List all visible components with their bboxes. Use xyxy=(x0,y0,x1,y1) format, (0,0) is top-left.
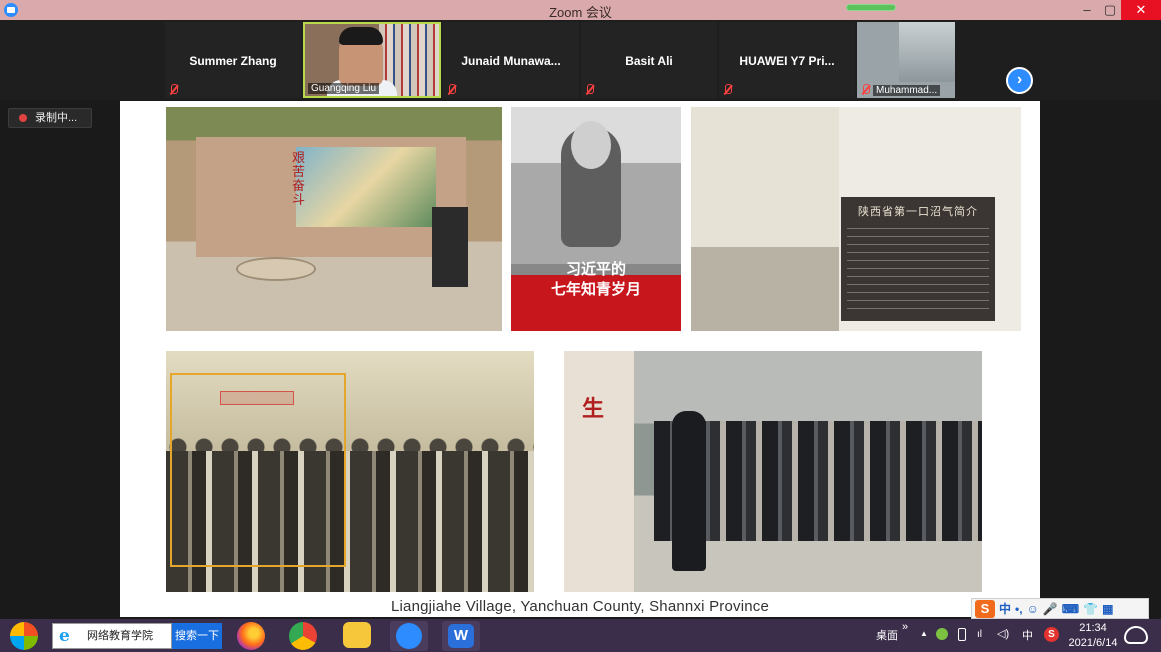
shared-screen-slide: 艰苦奋斗 习近平的 七年知青岁月 陕西省第一口沼气简介 生 Liangjiahe… xyxy=(120,101,1040,617)
gate-pillar xyxy=(564,351,634,592)
wall-mural xyxy=(296,147,436,227)
video-feed xyxy=(899,22,955,82)
participant-name: Basit Ali xyxy=(625,54,673,68)
participant-name: Guangqing Liu xyxy=(308,83,380,94)
participant-tile-basit-ali[interactable]: Basit Ali xyxy=(581,22,717,98)
clock-time: 21:34 xyxy=(1079,622,1107,634)
mic-muted-icon xyxy=(169,84,178,95)
book-title-line1: 习近平的 xyxy=(565,260,626,278)
participant-tile-junaid[interactable]: Junaid Munawa... xyxy=(443,22,579,98)
ie-logo-icon: e xyxy=(59,626,70,646)
book-title-line2: 七年知青岁月 xyxy=(550,280,641,298)
network-icon[interactable]: ıl xyxy=(977,629,982,640)
device-icon[interactable] xyxy=(958,628,966,641)
window-title: Zoom 会议 xyxy=(549,5,612,20)
network-status-indicator xyxy=(846,4,896,11)
participant-strip: Summer Zhang Guangqing Liu Junaid Munawa… xyxy=(0,20,1161,100)
participant-tile-guangqing-liu[interactable]: Guangqing Liu xyxy=(303,22,441,98)
punctuation-icon[interactable]: •, xyxy=(1015,602,1023,616)
keyboard-icon[interactable]: ⌨ xyxy=(1062,602,1079,616)
skin-icon[interactable]: 👕 xyxy=(1083,602,1098,616)
participant-name: Muhammad... xyxy=(873,85,941,96)
photo-village-courtyard: 艰苦奋斗 xyxy=(166,107,502,331)
start-button-icon[interactable] xyxy=(10,622,38,650)
participant-tile-huawei[interactable]: HUAWEI Y7 Pri... xyxy=(719,22,855,98)
volume-icon[interactable]: ◁) xyxy=(997,627,1009,640)
highlight-tag xyxy=(220,391,294,405)
tray-overflow-icon[interactable]: ▲ xyxy=(920,629,928,638)
next-participants-button[interactable]: › xyxy=(1006,67,1033,94)
plaque-inscription xyxy=(847,221,989,313)
zoom-meeting-window: Zoom 会议 – ▢ ✕ Summer Zhang Guangqing Liu… xyxy=(0,0,1161,652)
record-dot-icon xyxy=(19,114,27,122)
input-method-indicator[interactable]: 中 xyxy=(1022,627,1033,643)
mic-muted-icon xyxy=(861,84,870,95)
browser-label: 网络教育学院 xyxy=(87,630,153,642)
stone-stele xyxy=(432,207,468,287)
zoom-taskbar-icon[interactable] xyxy=(390,621,428,651)
windows-taskbar: e 网络教育学院 搜索一下 桌面 » ▲ ıl ◁) 中 S 21:34 202… xyxy=(0,619,1161,652)
photo-village-visit: 生 xyxy=(564,351,982,592)
restore-button[interactable]: ▢ xyxy=(1097,0,1123,20)
photo-historic-group xyxy=(166,351,534,592)
photo-book-cover: 习近平的 七年知青岁月 xyxy=(511,107,681,331)
voice-input-icon[interactable]: 🎤 xyxy=(1043,602,1058,616)
clock-date: 2021/6/14 xyxy=(1068,637,1118,649)
chrome-icon[interactable] xyxy=(289,622,317,650)
mic-muted-icon xyxy=(447,84,456,95)
participant-name: HUAWEI Y7 Pri... xyxy=(739,54,835,68)
wps-taskbar-icon[interactable] xyxy=(442,621,480,651)
millstone xyxy=(236,257,316,281)
plaque-title: 陕西省第一口沼气简介 xyxy=(858,206,978,218)
ime-mode-toggle[interactable]: 中 xyxy=(999,600,1011,617)
system-clock[interactable]: 21:34 2021/6/14 xyxy=(1068,621,1118,651)
participant-tile-summer-zhang[interactable]: Summer Zhang xyxy=(165,22,301,98)
participant-tile-muhammad[interactable]: Muhammad... xyxy=(857,22,955,98)
mural-slogan: 艰苦奋斗 xyxy=(292,150,306,207)
walking-figure xyxy=(672,411,706,571)
white-wall xyxy=(691,107,841,247)
portrait-face xyxy=(571,121,611,169)
pikachu-app-icon[interactable] xyxy=(343,622,371,648)
sogou-tray-icon[interactable]: S xyxy=(1044,627,1059,642)
mic-muted-icon xyxy=(585,84,594,95)
recording-label: 录制中... xyxy=(35,112,78,124)
ime-toolbar[interactable]: S 中 •, ☺ 🎤 ⌨ 👕 ▦ xyxy=(971,598,1149,619)
participant-name: Junaid Munawa... xyxy=(461,54,561,68)
participant-name: Summer Zhang xyxy=(189,54,277,68)
sogou-logo-icon[interactable]: S xyxy=(975,599,995,618)
mic-muted-icon xyxy=(723,84,732,95)
video-person-hair xyxy=(339,27,383,45)
security-app-icon[interactable] xyxy=(936,628,948,640)
desktop-toolbar[interactable]: 桌面 xyxy=(876,627,898,643)
book-title: 习近平的 七年知青岁月 xyxy=(511,259,681,299)
title-bar: Zoom 会议 – ▢ ✕ xyxy=(0,0,1161,20)
close-button[interactable]: ✕ xyxy=(1121,0,1161,20)
photo-biogas-plaque: 陕西省第一口沼气简介 xyxy=(691,107,1021,331)
notification-cloud-icon[interactable] xyxy=(1124,626,1148,644)
toolbox-icon[interactable]: ▦ xyxy=(1102,602,1113,616)
pillar-character: 生 xyxy=(582,396,605,421)
search-button[interactable]: 搜索一下 xyxy=(172,623,222,649)
slide-caption: Liangjiahe Village, Yanchuan County, Sha… xyxy=(390,598,770,615)
toolbar-expand-icon[interactable]: » xyxy=(902,621,908,633)
emoji-icon[interactable]: ☺ xyxy=(1027,602,1039,616)
recording-indicator[interactable]: 录制中... xyxy=(8,108,92,128)
firefox-icon[interactable] xyxy=(237,622,265,650)
browser-address-box[interactable]: e 网络教育学院 xyxy=(52,623,172,649)
